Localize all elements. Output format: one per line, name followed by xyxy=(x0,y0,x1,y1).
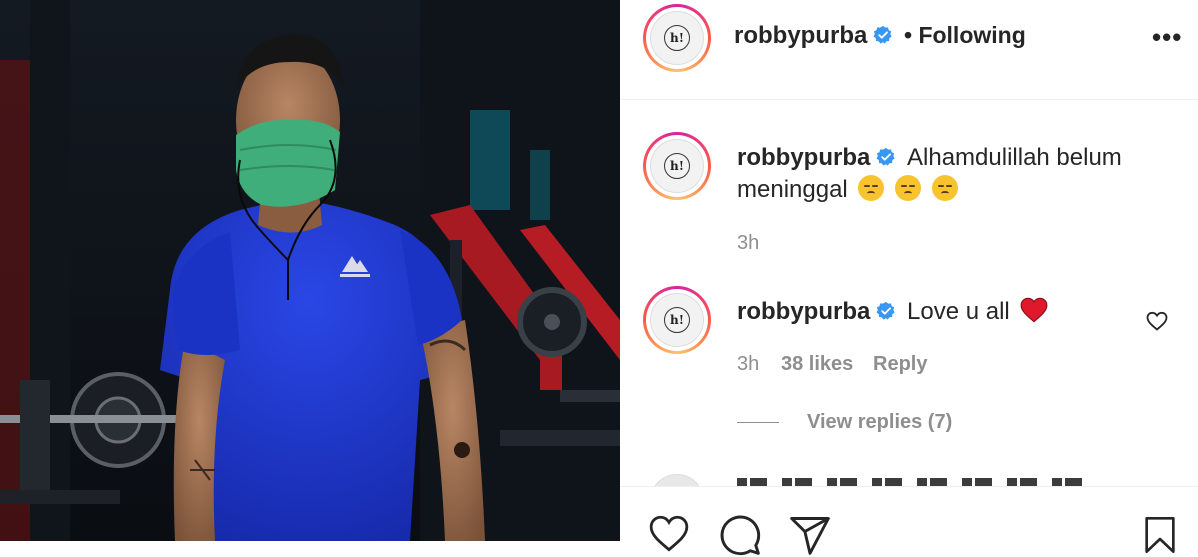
comment-timestamp[interactable]: 3h xyxy=(737,353,759,376)
comment-likes[interactable]: 38 likes xyxy=(781,353,853,376)
caption-username[interactable]: robbypurba xyxy=(737,144,870,171)
post-actions-bar xyxy=(620,486,1198,556)
post-photo[interactable] xyxy=(0,0,620,541)
caption-text-block: robbypurba Alhamdulillah belum meninggal xyxy=(737,142,1157,206)
avatar-logo: h! xyxy=(664,153,690,179)
like-comment-heart-icon[interactable] xyxy=(1145,309,1169,333)
author-username[interactable]: robbypurba xyxy=(734,22,867,49)
caption-avatar[interactable]: h! xyxy=(643,132,711,200)
next-comment-avatar-partial xyxy=(650,474,704,486)
view-replies-button[interactable]: View replies (7) xyxy=(807,411,952,434)
post-header: h! robbypurba • Following ••• xyxy=(620,0,1198,100)
pensive-face-emoji xyxy=(858,175,885,201)
red-heart-emoji xyxy=(1021,297,1048,323)
gym-photo-illustration xyxy=(0,0,620,541)
avatar-logo: h! xyxy=(664,25,690,51)
comment-text: Love u all xyxy=(907,298,1010,325)
verified-badge-icon xyxy=(876,301,896,320)
heart-icon[interactable] xyxy=(648,513,690,553)
likes-count[interactable]: 38 likes xyxy=(781,353,853,375)
caption-timestamp[interactable]: 3h xyxy=(737,232,759,255)
caption-text-line1: Alhamdulillah belum xyxy=(907,144,1122,171)
verified-badge-icon xyxy=(876,147,896,166)
pensive-face-emoji xyxy=(895,175,922,201)
comment-username[interactable]: robbypurba xyxy=(737,298,870,325)
following-status[interactable]: • Following xyxy=(904,22,1026,49)
post-sidebar: h! robbypurba • Following ••• h! robbypu… xyxy=(620,0,1198,556)
author-name-row: robbypurba xyxy=(734,22,893,50)
reply-button[interactable]: Reply xyxy=(873,353,927,376)
avatar-logo: h! xyxy=(664,307,690,333)
pensive-face-emoji xyxy=(931,175,958,201)
caption-text-line2: meninggal xyxy=(737,176,848,203)
bookmark-icon[interactable] xyxy=(1140,513,1180,557)
share-icon[interactable] xyxy=(788,513,832,557)
comment-icon[interactable] xyxy=(718,513,762,557)
comment-text-block: robbypurba Love u all xyxy=(737,296,1137,328)
verified-badge-icon xyxy=(873,25,893,44)
view-replies-label: View replies (7) xyxy=(807,411,953,433)
comment-avatar[interactable]: h! xyxy=(643,286,711,354)
more-options-icon[interactable]: ••• xyxy=(1152,22,1182,53)
next-comment-partial xyxy=(737,478,1097,486)
replies-divider-line xyxy=(737,422,779,423)
reply-label: Reply xyxy=(873,353,928,375)
author-avatar[interactable]: h! xyxy=(643,4,711,72)
